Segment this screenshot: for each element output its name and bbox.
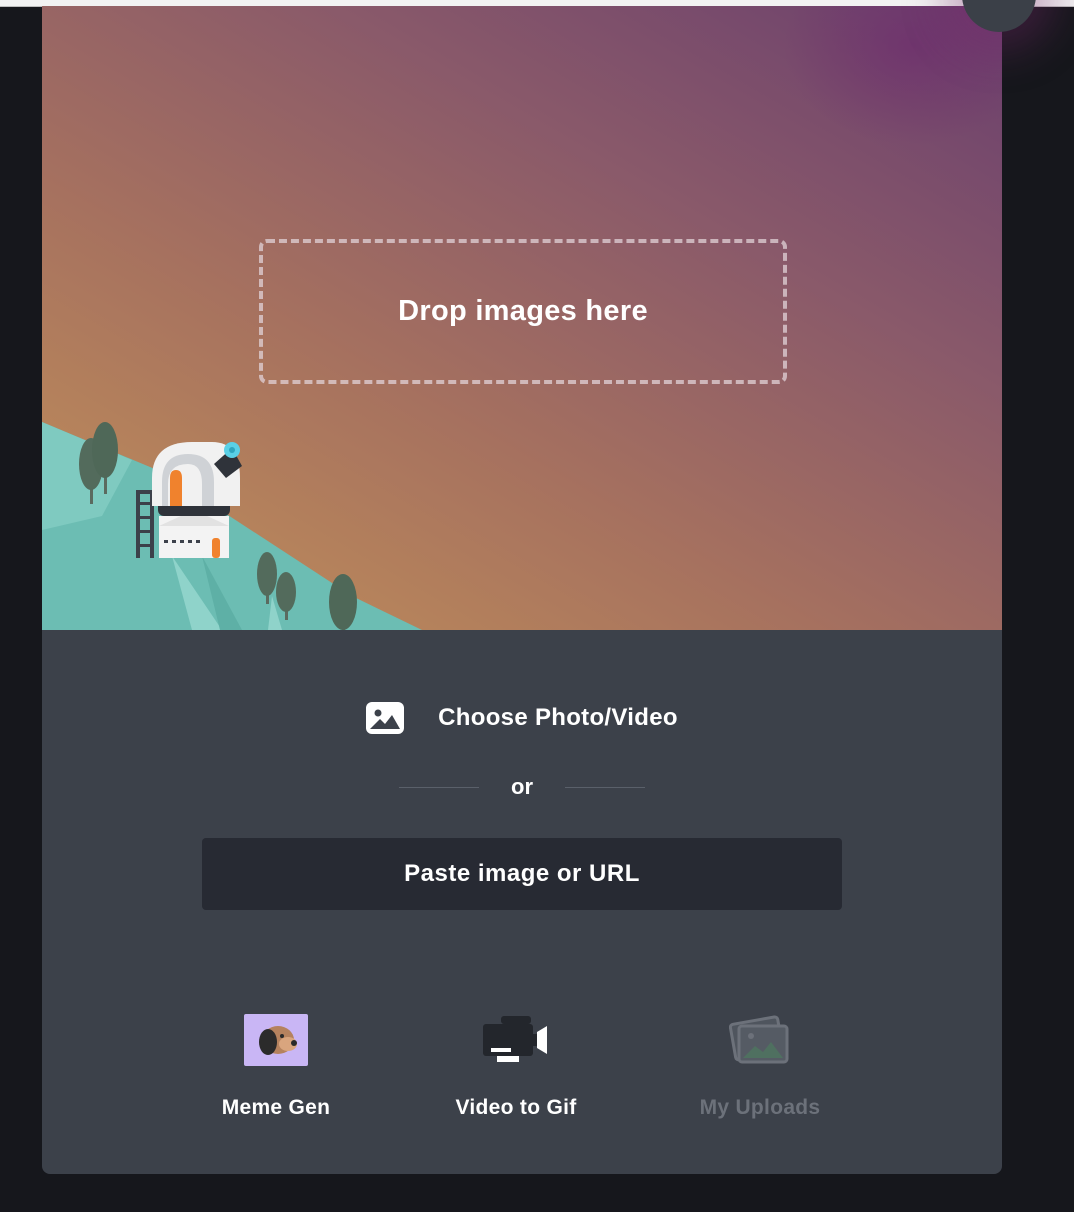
meme-gen-label: Meme Gen xyxy=(221,1096,331,1119)
or-label: or xyxy=(511,774,533,799)
dropzone-label: Drop images here xyxy=(398,295,648,327)
my-uploads-label: My Uploads xyxy=(699,1096,821,1119)
meme-gen-button[interactable]: Meme Gen xyxy=(166,1012,386,1132)
paste-url-input[interactable]: Paste image or URL xyxy=(202,838,842,910)
or-divider: or xyxy=(42,772,1002,802)
choose-photo-video-label: Choose Photo/Video xyxy=(438,704,678,731)
hero-glow xyxy=(782,6,1002,146)
dog-icon xyxy=(244,1014,308,1066)
choose-photo-video-button[interactable]: Choose Photo/Video xyxy=(42,696,1002,740)
drop-area[interactable]: Drop images here xyxy=(42,6,1002,630)
divider-line-left xyxy=(399,786,479,788)
video-camera-icon xyxy=(483,1016,547,1062)
image-icon xyxy=(366,702,405,734)
upload-modal: Drop images here Choose Photo/Video or P… xyxy=(42,6,1002,1174)
observatory-illustration xyxy=(42,422,422,630)
photos-stack-icon xyxy=(729,1015,789,1064)
divider-line-right xyxy=(565,786,645,788)
video-to-gif-label: Video to Gif xyxy=(455,1096,577,1119)
video-to-gif-button[interactable]: Video to Gif xyxy=(406,1012,626,1132)
my-uploads-button[interactable]: My Uploads xyxy=(650,1012,870,1132)
paste-url-label: Paste image or URL xyxy=(404,860,640,887)
dropzone[interactable]: Drop images here xyxy=(259,239,787,384)
